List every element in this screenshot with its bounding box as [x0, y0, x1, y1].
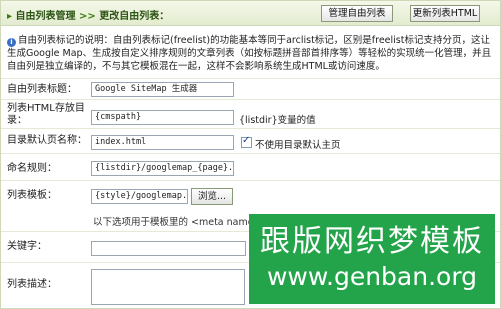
template-label: 列表模板：: [7, 190, 57, 201]
breadcrumb-subtitle: 更改自由列表：: [99, 11, 170, 22]
double-arrow-icon: >>: [79, 11, 100, 22]
breadcrumb-title[interactable]: 自由列表管理: [16, 11, 76, 22]
rule-input[interactable]: {listdir}/googlemap_{page}.xml: [91, 161, 234, 176]
title-row: 自由列表标题： Google SiteMap 生成器: [1, 78, 500, 99]
arrow-icon: ▸: [7, 11, 16, 22]
keywords-input[interactable]: [91, 241, 246, 256]
no-default-page-label: 不使用目录默认主页: [255, 140, 341, 151]
default-page-label: 目录默认页名称：: [7, 135, 87, 146]
no-default-page-checkbox[interactable]: [241, 135, 252, 148]
dir-row: 列表HTML存放目录： {cmspath} {listdir}变量的值: [1, 99, 500, 128]
template-input[interactable]: {style}/googlemap.htm: [91, 189, 188, 204]
description-text: 自由列表标记的说明：自由列表标记(freelist)的功能基本等同于arclis…: [7, 35, 492, 72]
list-desc-label: 列表描述：: [7, 279, 57, 290]
browse-button[interactable]: 浏览...: [191, 188, 233, 205]
title-input[interactable]: Google SiteMap 生成器: [91, 82, 234, 97]
description: i 自由列表标记的说明：自由列表标记(freelist)的功能基本等同于arcli…: [7, 34, 495, 73]
keywords-label: 关键字：: [7, 241, 47, 252]
freelist-edit-panel: ▸ 自由列表管理 >> 更改自由列表： 管理自由列表 更新列表HTML i 自由列…: [0, 0, 501, 309]
watermark-logo: 跟版网织梦模板 www.genban.org: [249, 214, 495, 304]
breadcrumb: ▸ 自由列表管理 >> 更改自由列表：: [7, 7, 169, 22]
default-page-input[interactable]: index.html: [91, 135, 234, 150]
manage-freelist-button[interactable]: 管理自由列表: [321, 5, 393, 22]
watermark-cn: 跟版网织梦模板: [260, 224, 484, 259]
dir-input[interactable]: {cmspath}: [91, 110, 234, 125]
update-html-button[interactable]: 更新列表HTML: [410, 5, 480, 22]
watermark-en: www.genban.org: [266, 262, 478, 291]
dir-label: 列表HTML存放目录：: [7, 103, 85, 126]
rule-label: 命名规则：: [7, 163, 57, 174]
dir-hint: {listdir}变量的值: [239, 115, 316, 126]
list-desc-textarea[interactable]: [91, 269, 245, 305]
rule-row: 命名规则： {listdir}/googlemap_{page}.xml: [1, 153, 500, 180]
panel-header: ▸ 自由列表管理 >> 更改自由列表： 管理自由列表 更新列表HTML: [1, 1, 500, 26]
template-row: 列表模板： {style}/googlemap.htm 浏览...: [1, 180, 500, 211]
info-icon: i: [7, 38, 16, 47]
default-page-row: 目录默认页名称： index.html 不使用目录默认主页: [1, 128, 500, 153]
title-label: 自由列表标题：: [7, 84, 77, 95]
